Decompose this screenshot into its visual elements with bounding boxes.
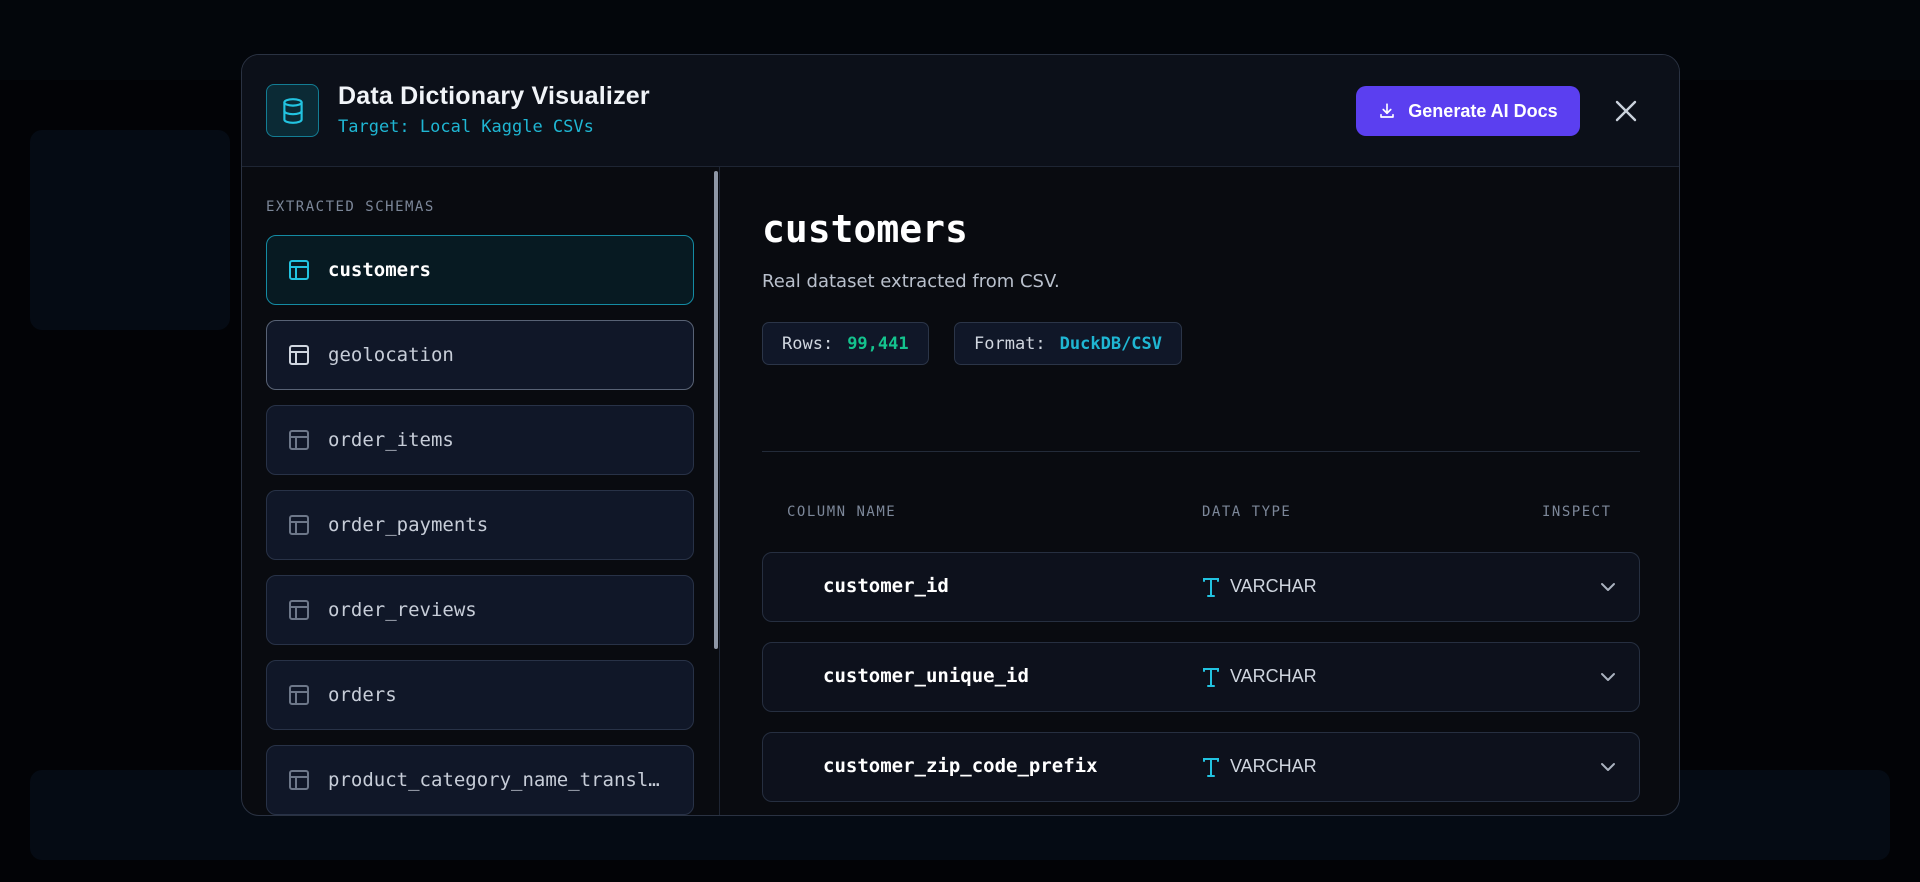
schema-item-label: order_items (328, 429, 454, 451)
rows-stat-badge: Rows: 99,441 (762, 322, 929, 365)
rows-label: Rows: (782, 333, 834, 354)
modal-header: Data Dictionary Visualizer Target: Local… (242, 55, 1679, 167)
schema-item-order-reviews[interactable]: order_reviews (266, 575, 694, 645)
data-type-header: DATA TYPE (1202, 504, 1292, 520)
column-name: customer_unique_id (823, 665, 1029, 687)
close-button[interactable] (1610, 95, 1642, 127)
column-data-type: VARCHAR (1230, 756, 1317, 776)
text-type-icon (1201, 756, 1221, 778)
dataset-description: Real dataset extracted from CSV. (762, 271, 1060, 292)
background-card (30, 130, 230, 330)
schema-item-label: order_payments (328, 514, 489, 536)
table-icon (287, 598, 311, 622)
inspect-header: INSPECT (1542, 504, 1612, 520)
chevron-down-icon[interactable] (1598, 577, 1618, 597)
column-row[interactable]: customer_unique_id VARCHAR (762, 642, 1640, 712)
generate-ai-docs-label: Generate AI Docs (1408, 100, 1558, 121)
section-divider (762, 451, 1640, 452)
modal-title: Data Dictionary Visualizer (338, 82, 650, 110)
generate-ai-docs-button[interactable]: Generate AI Docs (1356, 86, 1580, 136)
close-icon (1615, 100, 1637, 122)
column-data-type: VARCHAR (1230, 666, 1317, 686)
format-label: Format: (974, 333, 1046, 354)
schema-item-label: order_reviews (328, 599, 477, 621)
table-icon (287, 258, 311, 282)
schema-item-orders[interactable]: orders (266, 660, 694, 730)
table-icon (287, 343, 311, 367)
chevron-down-icon[interactable] (1598, 667, 1618, 687)
schema-item-label: customers (328, 259, 431, 281)
column-name-header: COLUMN NAME (787, 504, 897, 520)
schema-sidebar: EXTRACTED SCHEMAS customers geolocation or… (242, 167, 720, 815)
database-icon (266, 84, 319, 137)
schema-detail-panel: customers Real dataset extracted from CS… (720, 167, 1679, 815)
column-row[interactable]: customer_zip_code_prefix VARCHAR (762, 732, 1640, 802)
table-icon (287, 428, 311, 452)
column-name: customer_zip_code_prefix (823, 755, 1098, 777)
dataset-title: customers (762, 207, 968, 251)
format-value: DuckDB/CSV (1059, 333, 1163, 354)
text-type-icon (1201, 576, 1221, 598)
format-stat-badge: Format: DuckDB/CSV (954, 322, 1183, 365)
schema-item-order-payments[interactable]: order_payments (266, 490, 694, 560)
modal-subtitle: Target: Local Kaggle CSVs (338, 117, 594, 137)
text-type-icon (1201, 666, 1221, 688)
schema-item-geolocation[interactable]: geolocation (266, 320, 694, 390)
schema-item-label: product_category_name_translation (328, 769, 668, 791)
rows-value: 99,441 (847, 333, 909, 354)
sidebar-heading: EXTRACTED SCHEMAS (266, 199, 435, 215)
table-icon (287, 768, 311, 792)
table-icon (287, 513, 311, 537)
schema-item-label: orders (328, 684, 397, 706)
schema-item-product-category-name-translation[interactable]: product_category_name_translation (266, 745, 694, 815)
download-icon (1380, 103, 1395, 118)
schema-item-customers[interactable]: customers (266, 235, 694, 305)
schema-item-order-items[interactable]: order_items (266, 405, 694, 475)
column-name: customer_id (823, 575, 949, 597)
sidebar-scrollbar[interactable] (714, 171, 718, 649)
column-data-type: VARCHAR (1230, 576, 1317, 596)
schema-item-label: geolocation (328, 344, 454, 366)
table-icon (287, 683, 311, 707)
column-row[interactable]: customer_id VARCHAR (762, 552, 1640, 622)
data-dictionary-modal: Data Dictionary Visualizer Target: Local… (241, 54, 1680, 816)
chevron-down-icon[interactable] (1598, 757, 1618, 777)
